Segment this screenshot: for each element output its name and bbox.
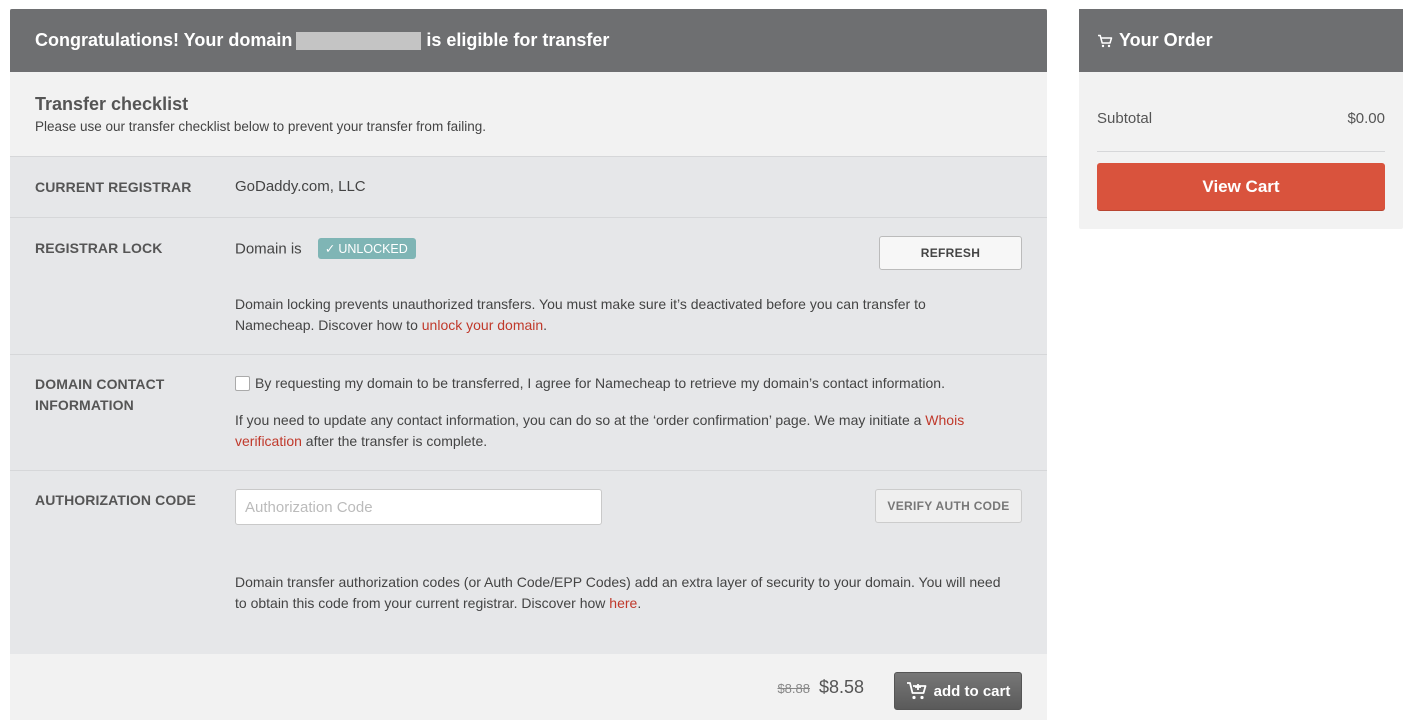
auth-code-row: AUTHORIZATION CODE VERIFY AUTH CODE Doma… bbox=[10, 471, 1047, 655]
subtotal-row: Subtotal $0.00 bbox=[1097, 110, 1385, 152]
order-title: Your Order bbox=[1119, 30, 1213, 50]
lock-description: Domain locking prevents unauthorized tra… bbox=[235, 294, 1005, 336]
check-icon: ✓ bbox=[324, 242, 336, 256]
registrar-value: GoDaddy.com, LLC bbox=[235, 178, 366, 195]
auth-desc-end: . bbox=[637, 595, 642, 611]
auth-help-link[interactable]: here bbox=[609, 595, 637, 611]
lock-status-prefix: Domain is bbox=[235, 240, 302, 258]
lock-desc-end: . bbox=[543, 317, 548, 333]
contact-consent-label: By requesting my domain to be transferre… bbox=[255, 375, 945, 391]
checklist-intro: Transfer checklist Please use our transf… bbox=[10, 72, 1047, 157]
checklist-subtitle: Please use our transfer checklist below … bbox=[35, 119, 486, 134]
registrar-lock-label: REGISTRAR LOCK bbox=[35, 240, 163, 256]
badge-label: UNLOCKED bbox=[338, 242, 408, 256]
auth-code-input[interactable] bbox=[235, 489, 602, 525]
add-to-cart-label: add to cart bbox=[933, 682, 1011, 700]
cart-plus-icon bbox=[906, 682, 927, 700]
old-price: $8.88 bbox=[777, 681, 810, 696]
order-panel: Your Order Subtotal $0.00 View Cart bbox=[1079, 9, 1403, 229]
contact-info-row: DOMAIN CONTACT INFORMATION By requesting… bbox=[10, 355, 1047, 471]
contact-desc-text: If you need to update any contact inform… bbox=[235, 412, 926, 428]
order-header: Your Order bbox=[1079, 9, 1403, 72]
registrar-row: CURRENT REGISTRAR GoDaddy.com, LLC bbox=[10, 157, 1047, 218]
redacted-domain bbox=[296, 31, 422, 50]
contact-info-label: DOMAIN CONTACT INFORMATION bbox=[35, 376, 165, 413]
lock-status: Domain is ✓ UNLOCKED bbox=[235, 238, 416, 260]
transfer-panel: Congratulations! Your domain is eligible… bbox=[10, 9, 1047, 720]
eligibility-banner: Congratulations! Your domain is eligible… bbox=[10, 9, 1047, 72]
auth-description: Domain transfer authorization codes (or … bbox=[235, 572, 1005, 614]
view-cart-button[interactable]: View Cart bbox=[1097, 163, 1385, 210]
banner-title-prefix: Congratulations! Your domain bbox=[35, 30, 293, 50]
new-price: $8.58 bbox=[818, 677, 864, 697]
refresh-button[interactable]: REFRESH bbox=[879, 236, 1022, 270]
subtotal-label: Subtotal bbox=[1097, 110, 1153, 127]
lock-desc-text: Domain locking prevents unauthorized tra… bbox=[235, 296, 926, 333]
banner-title-suffix: is eligible for transfer bbox=[426, 30, 610, 50]
contact-consent-checkbox[interactable] bbox=[235, 376, 250, 391]
contact-consent: By requesting my domain to be transferre… bbox=[235, 375, 945, 391]
cart-icon bbox=[1098, 34, 1113, 47]
registrar-label: CURRENT REGISTRAR bbox=[35, 179, 192, 195]
price-footer: $8.88 $8.58 add to cart bbox=[10, 654, 1047, 720]
checklist-title: Transfer checklist bbox=[35, 94, 189, 114]
subtotal-value: $0.00 bbox=[1347, 110, 1385, 127]
registrar-lock-row: REGISTRAR LOCK Domain is ✓ UNLOCKED REFRE… bbox=[10, 218, 1047, 355]
contact-description: If you need to update any contact inform… bbox=[235, 410, 1005, 452]
contact-desc-end: after the transfer is complete. bbox=[301, 433, 488, 449]
unlock-domain-link[interactable]: unlock your domain bbox=[422, 317, 543, 333]
add-to-cart-button[interactable]: add to cart bbox=[894, 672, 1022, 710]
unlocked-badge: ✓ UNLOCKED bbox=[317, 238, 416, 259]
verify-auth-code-button[interactable]: VERIFY AUTH CODE bbox=[875, 489, 1022, 523]
auth-code-label: AUTHORIZATION CODE bbox=[35, 492, 196, 508]
